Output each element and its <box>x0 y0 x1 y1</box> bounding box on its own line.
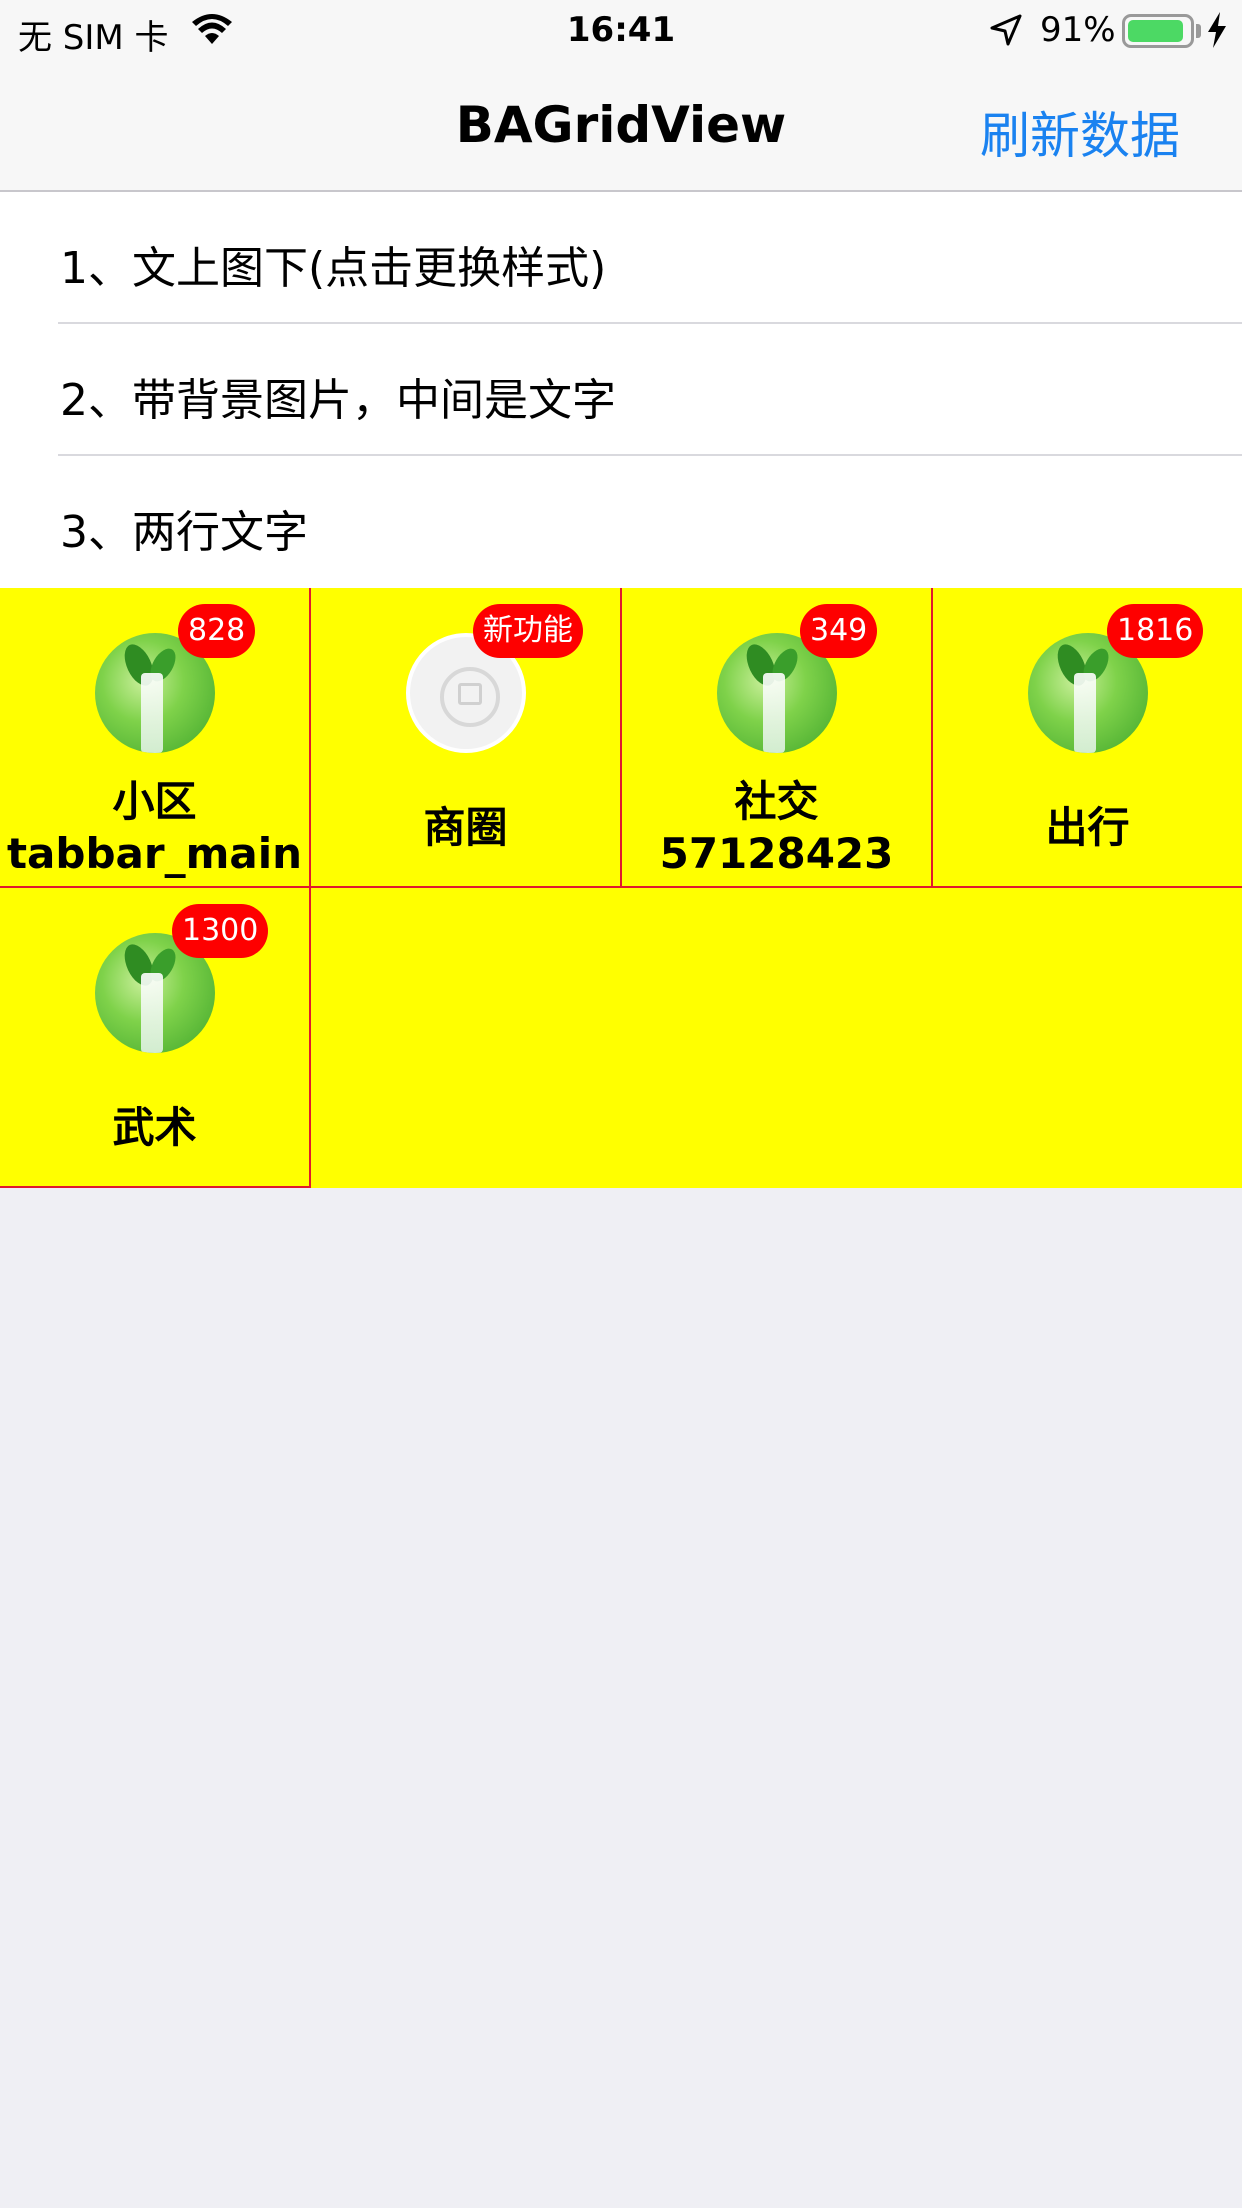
list-item-style-1[interactable]: 1、文上图下(点击更换样式) <box>0 192 1242 324</box>
grid-cell-title: 商圈 <box>423 803 508 852</box>
status-bar: 无 SIM 卡 16:41 91% <box>0 0 1242 60</box>
list-item-label: 1、文上图下(点击更换样式) <box>60 243 607 294</box>
grid-cell-shejiao[interactable]: 349 社交 57128423 <box>622 588 933 888</box>
grid-cell-shangquan[interactable]: 新功能 商圈 <box>311 588 622 888</box>
grid-cell-subtitle: 57128423 <box>659 829 894 878</box>
list-item-label: 3、两行文字 <box>60 507 308 558</box>
style-list: 1、文上图下(点击更换样式) 2、带背景图片，中间是文字 3、两行文字 <box>0 192 1242 588</box>
grid-cell-title: 出行 <box>1045 803 1130 852</box>
count-badge: 1300 <box>172 904 269 958</box>
grid-cell-title: 社交 <box>734 777 819 826</box>
count-badge: 1816 <box>1107 604 1204 658</box>
list-item-style-2[interactable]: 2、带背景图片，中间是文字 <box>0 324 1242 456</box>
charging-icon <box>1208 12 1226 48</box>
grid-cell-title: 武术 <box>112 1103 197 1152</box>
refresh-data-button[interactable]: 刷新数据 <box>980 96 1180 168</box>
battery-fill <box>1128 20 1183 42</box>
location-icon <box>990 14 1022 46</box>
grid-cell-wushu[interactable]: 1300 武术 <box>0 888 311 1188</box>
navigation-bar: BAGridView 刷新数据 <box>0 60 1242 192</box>
battery-percent: 91% <box>1040 10 1116 50</box>
grid-cell-xiaoqu[interactable]: 828 小区 tabbar_main <box>0 588 311 888</box>
count-badge: 828 <box>178 604 256 658</box>
list-item-style-3[interactable]: 3、两行文字 <box>0 456 1242 588</box>
grid-cell-chuxing[interactable]: 1816 出行 <box>933 588 1242 888</box>
grid-cell-title: 小区 <box>112 777 197 826</box>
grid-view: 828 小区 tabbar_main 新功能 商圈 349 社交 5712842… <box>0 588 1242 1188</box>
new-feature-badge: 新功能 <box>473 604 583 658</box>
grid-cell-subtitle: tabbar_main <box>6 829 302 878</box>
battery-cap <box>1196 24 1201 38</box>
battery-icon <box>1122 14 1194 48</box>
count-badge: 349 <box>800 604 878 658</box>
list-item-label: 2、带背景图片，中间是文字 <box>60 375 616 426</box>
